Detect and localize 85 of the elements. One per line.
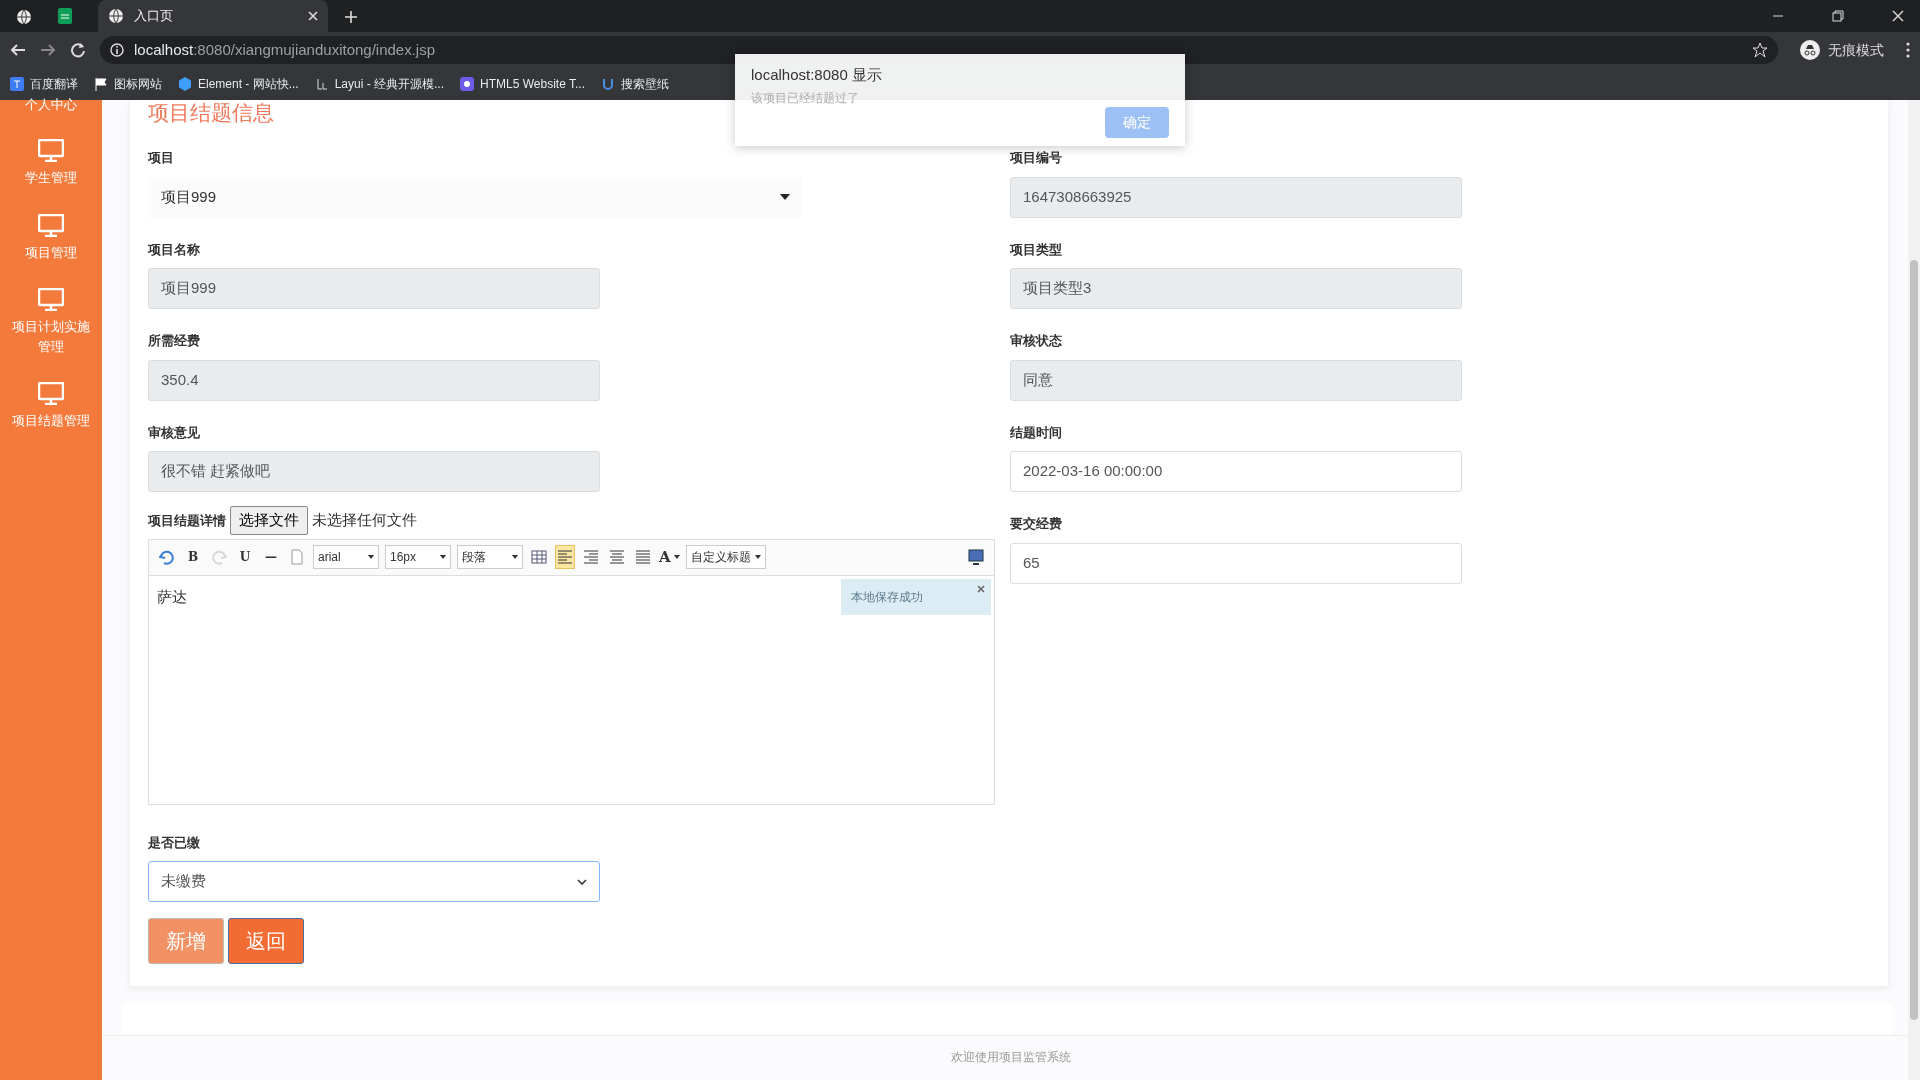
caret-icon [512, 555, 518, 559]
file-button[interactable]: 选择文件 [230, 506, 308, 535]
incognito-icon [1800, 40, 1820, 60]
field-label: 审核状态 [1010, 332, 1063, 350]
align-right-icon [583, 549, 599, 565]
toolbar-dropdown[interactable]: arial [313, 545, 379, 569]
field-label: 项目名称 [148, 240, 201, 259]
back-icon[interactable] [10, 42, 26, 58]
field-label: 所需经费 [148, 332, 201, 350]
input-field[interactable]: 很不错 赶紧做吧 [148, 451, 600, 492]
chevron-icon [577, 878, 587, 885]
u-icon [601, 77, 615, 91]
menu-icon[interactable] [1906, 42, 1910, 58]
page-title: 项目结题信息 [148, 100, 274, 123]
redo-icon [211, 549, 227, 565]
input-field[interactable]: 项目类型3 [1010, 268, 1462, 309]
select-field[interactable]: 未缴费 [148, 861, 600, 902]
page-icon [289, 549, 305, 565]
toolbar-button[interactable]: U [235, 545, 255, 569]
bookmark[interactable]: 搜索壁纸 [601, 75, 669, 93]
field-label: 项目类型 [1010, 240, 1063, 259]
dialog-message: 该项目已经结题过了 [751, 89, 860, 107]
align-center-icon [609, 549, 625, 565]
globe-icon[interactable] [16, 8, 32, 25]
forward-icon[interactable] [40, 42, 56, 58]
monitor-icon[interactable] [38, 382, 64, 405]
monitor-icon[interactable] [38, 288, 64, 311]
bookmark[interactable]: HTML5 Website T... [460, 75, 585, 93]
globe-icon [108, 8, 124, 24]
reload-icon[interactable] [70, 42, 86, 58]
monitor-icon [968, 549, 984, 565]
info-icon [110, 43, 124, 57]
table-icon [531, 549, 547, 565]
dialog-title: localhost:8080 显示 [751, 65, 883, 85]
caret-icon [754, 555, 761, 559]
field-label: 项目 [148, 149, 175, 167]
toolbar-dropdown[interactable]: 段落 [457, 545, 523, 569]
toolbar-dropdown[interactable]: 16px [385, 545, 451, 569]
flag-icon [94, 77, 108, 91]
editor-text: 萨达 [157, 587, 187, 605]
field-label: 要交经费 [1010, 515, 1063, 533]
bookmark[interactable]: Element - 网站快... [178, 75, 299, 93]
input-field[interactable]: 350.4 [148, 359, 600, 401]
input-field[interactable]: 65 [1010, 542, 1462, 584]
save-toast: 本地保存成功 [841, 578, 991, 615]
bookmark[interactable]: 百度翻译 [10, 75, 78, 93]
rich-text-editor[interactable]: B U — arial 16px 段落 A 自定义标题 萨达 本地保存成功 [148, 538, 995, 805]
undo-icon [159, 549, 175, 565]
caret-icon [368, 555, 374, 559]
url-text: localhost:8080/xiangmujianduxitong/index.jsp [134, 39, 436, 60]
scrollbar[interactable] [1908, 100, 1920, 1080]
toolbar-button[interactable]: — [261, 545, 281, 569]
spreadsheet-icon[interactable] [58, 8, 72, 24]
monitor-icon[interactable] [38, 213, 64, 237]
toolbar-button[interactable]: B [183, 545, 203, 569]
select-field[interactable]: 项目999 [148, 176, 803, 218]
caret-icon [673, 555, 680, 559]
square-icon [460, 77, 475, 91]
file-status: 未选择任何文件 [312, 510, 417, 530]
star-icon[interactable] [1752, 42, 1768, 58]
field-label: 结题时间 [1010, 423, 1063, 442]
toolbar-button[interactable]: A [659, 545, 680, 569]
input-field[interactable]: 1647308663925 [1010, 176, 1462, 218]
field-label: 项目编号 [1010, 149, 1063, 167]
input-field[interactable]: 2022-03-16 00:00:00 [1010, 451, 1462, 492]
input-field[interactable]: 同意 [1010, 359, 1462, 401]
translate-icon [10, 77, 24, 91]
bookmark[interactable]: 图标网站 [94, 75, 162, 93]
input-field[interactable]: 项目999 [148, 268, 600, 309]
caret-icon [440, 555, 446, 559]
profile-label[interactable]: 无痕模式 [1828, 39, 1884, 61]
browser-tab[interactable]: 入口页 [98, 0, 328, 32]
restore-icon[interactable] [1832, 10, 1844, 22]
justify-icon [635, 549, 651, 565]
monitor-icon[interactable] [38, 139, 64, 162]
caret-icon [780, 194, 790, 200]
field-label: 是否已缴 [148, 833, 201, 852]
field-label: 项目结题详情 [148, 511, 226, 530]
field-label: 审核意见 [148, 423, 201, 442]
hexagon-icon [178, 77, 192, 91]
address-bar[interactable]: localhost:8080/xiangmujianduxitong/index.jsp [100, 36, 1778, 64]
plus-icon[interactable] [344, 9, 358, 24]
bookmark[interactable]: Layui - 经典开源模... [314, 75, 445, 93]
align-left-icon [557, 549, 573, 565]
toolbar-dropdown[interactable]: 自定义标题 [685, 545, 766, 569]
